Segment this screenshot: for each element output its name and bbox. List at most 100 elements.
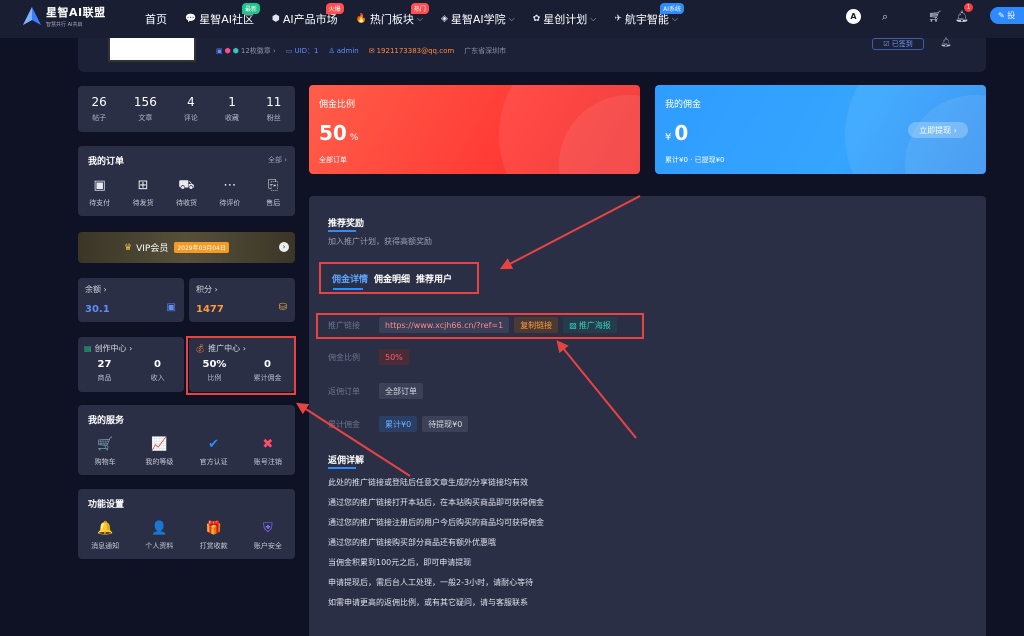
vip-expiry-date: 2029年03月04日 — [174, 242, 229, 253]
rate-value: 50% — [379, 349, 409, 365]
orders-label: 返佣订单 — [328, 386, 360, 396]
highlight-box-link — [316, 313, 644, 339]
orders-item[interactable]: ⋯ 待评价 — [209, 178, 251, 208]
settings-item[interactable]: 👤 个人资料 — [138, 521, 180, 551]
services-item-label: 官方认证 — [199, 458, 228, 466]
settings-item[interactable]: ⛨ 账户安全 — [247, 521, 289, 551]
services-item-label: 账号注销 — [253, 458, 282, 466]
creation-center-card[interactable]: ▤ 创作中心 › 27 商品 0 收入 — [78, 337, 184, 392]
nav-badge: AI系统 — [660, 3, 684, 14]
profile-cover-image — [108, 38, 196, 62]
services-item-label: 我的等级 — [145, 458, 174, 466]
badges-link[interactable]: ▣ ⬢ ⬢ 12枚徽章 › — [216, 46, 276, 56]
vip-banner[interactable]: ♛ VIP会员 2029年03月04日 › — [78, 232, 295, 263]
services-item-label: 购物车 — [94, 458, 116, 466]
total-value: 累计¥0 — [379, 416, 418, 432]
creation-stat: 0 收入 — [151, 359, 165, 383]
creation-stat-value: 27 — [97, 359, 112, 370]
creation-stat-label: 商品 — [97, 374, 112, 382]
orders-item-label: 待发货 — [132, 199, 154, 207]
highlight-box-promotion — [186, 336, 296, 395]
nav-label: 星创计划 — [543, 13, 588, 26]
nav-item-3[interactable]: 🔥 热门板块 ⌵ 热门 — [355, 3, 429, 27]
chevron-right-icon[interactable]: › — [279, 242, 289, 252]
stat-item[interactable]: 4 评论 — [184, 95, 198, 123]
rule-item: 通过您的推广链接购买部分商品还有额外优惠哦 — [328, 538, 496, 547]
my-commission-value: ¥0 — [665, 121, 688, 145]
rule-item: 申请提现后，需后台人工处理，一般2-3小时，请耐心等待 — [328, 578, 534, 587]
settings-item[interactable]: 🎁 打赏收款 — [193, 521, 235, 551]
nav-item-2[interactable]: ⬢ AI产品市场 火爆 — [272, 3, 344, 27]
orders-item[interactable]: ⛟ 待收货 — [165, 178, 207, 208]
nav-icon: ◈ — [440, 14, 448, 24]
badge-icon: ▣ — [216, 47, 223, 55]
balance-card[interactable]: 余额 › 30.1 ▣ — [78, 278, 184, 322]
email-text: 1921173383@qq.com — [376, 47, 455, 55]
checkin-button[interactable]: ☑ 已签到 — [872, 38, 924, 50]
stat-label: 评论 — [183, 114, 198, 122]
location-tag: 广东省深圳市 — [464, 46, 506, 56]
rate-number: 50 — [319, 121, 347, 145]
commission-rate-value: 50% — [319, 121, 358, 145]
nav-item-6[interactable]: ✈ 航宇智能 ⌵ AI系统 — [614, 3, 684, 27]
orders-item[interactable]: ⊞ 待发货 — [122, 178, 164, 208]
nav-item-5[interactable]: ✿ 星创计划 ⌵ — [533, 11, 597, 27]
search-icon[interactable]: ⌕ — [882, 10, 888, 24]
rule-item: 当佣金积累到100元之后，即可申请提现 — [328, 558, 472, 567]
cart-icon[interactable]: 🛒︎ — [928, 10, 942, 23]
points-card[interactable]: 积分 › 1477 ⛁ — [189, 278, 295, 322]
orders-item[interactable]: ⎘ 售后 — [252, 178, 294, 208]
commission-rate-title: 佣金比例 — [319, 100, 356, 110]
nav-item-4[interactable]: ◈ 星智AI学院 ⌵ — [441, 11, 515, 27]
total-label: 累计佣金 — [328, 419, 360, 429]
orders-icon-row: ▣ 待支付 ⊞ 待发货 ⛟ 待收货 ⋯ 待评价 ⎘ 售后 — [78, 178, 295, 208]
balance-title: 余额 › — [85, 285, 107, 294]
crown-icon: ♛ — [124, 242, 133, 253]
services-icon-row: 🛒 购物车 📈 我的等级 ✔ 官方认证 ✖ 账号注销 — [78, 437, 295, 467]
stat-item[interactable]: 156 文章 — [134, 95, 157, 123]
settings-item-label: 个人资料 — [145, 542, 174, 550]
user-avatar[interactable]: A — [846, 9, 861, 24]
aftersale-icon: ⎘ — [268, 178, 279, 193]
logo-title: 星智AI联盟 — [46, 6, 106, 19]
nav-label: 星智AI学院 — [450, 13, 506, 26]
site-logo[interactable]: 星智AI联盟 智慧共行 AI共启 — [22, 4, 106, 28]
services-item[interactable]: 🛒 购物车 — [84, 437, 126, 467]
creation-stat: 27 商品 — [98, 359, 112, 383]
orders-all-link[interactable]: 全部 › — [268, 155, 287, 165]
vip-label: VIP会员 — [136, 244, 169, 254]
rules-title: 返佣详解 — [328, 456, 365, 466]
write-button[interactable]: ✎ 投 — [990, 7, 1024, 24]
my-commission-title: 我的佣金 — [665, 100, 702, 110]
nav-item-1[interactable]: 💬 星智AI社区 最新 — [185, 3, 260, 27]
services-item[interactable]: ✔ 官方认证 — [193, 437, 235, 467]
notification-bell-icon[interactable]: 🔔︎ — [940, 38, 951, 48]
withdraw-button[interactable]: 立即提现 › — [908, 122, 968, 138]
chevron-down-icon: ⌵ — [590, 14, 597, 23]
stat-value: 156 — [133, 95, 157, 109]
notification-count: 1 — [964, 3, 973, 12]
stat-item[interactable]: 26 帖子 — [92, 95, 107, 123]
truck-icon: ⛟ — [178, 178, 195, 193]
wallet-icon: ▣ — [166, 302, 176, 313]
settings-item-label: 账户安全 — [253, 542, 282, 550]
points-value: 1477 — [196, 304, 224, 315]
stat-item[interactable]: 11 粉丝 — [266, 95, 281, 123]
logo-subtitle: 智慧共行 AI共启 — [46, 22, 83, 28]
stat-value: 1 — [228, 95, 236, 109]
feature-settings-card: 功能设置 🔔 消息通知 👤 个人资料 🎁 打赏收款 ⛨ 账户安全 — [78, 489, 295, 559]
nav-icon: 🔥 — [355, 14, 367, 24]
stat-label: 文章 — [138, 114, 153, 122]
services-item[interactable]: 📈 我的等级 — [138, 437, 180, 467]
points-title: 积分 › — [196, 285, 218, 294]
stat-item[interactable]: 1 收藏 — [225, 95, 239, 123]
orders-item-label: 售后 — [266, 199, 281, 207]
orders-item[interactable]: ▣ 待支付 — [79, 178, 121, 208]
nav-item-0[interactable]: 首页 — [145, 11, 167, 27]
services-item[interactable]: ✖ 账号注销 — [247, 437, 289, 467]
settings-item[interactable]: 🔔 消息通知 — [84, 521, 126, 551]
currency-symbol: ¥ — [665, 132, 672, 143]
orders-item-label: 待收货 — [175, 199, 197, 207]
orders-item-label: 待支付 — [89, 199, 111, 207]
nav-badge: 最新 — [241, 3, 260, 14]
